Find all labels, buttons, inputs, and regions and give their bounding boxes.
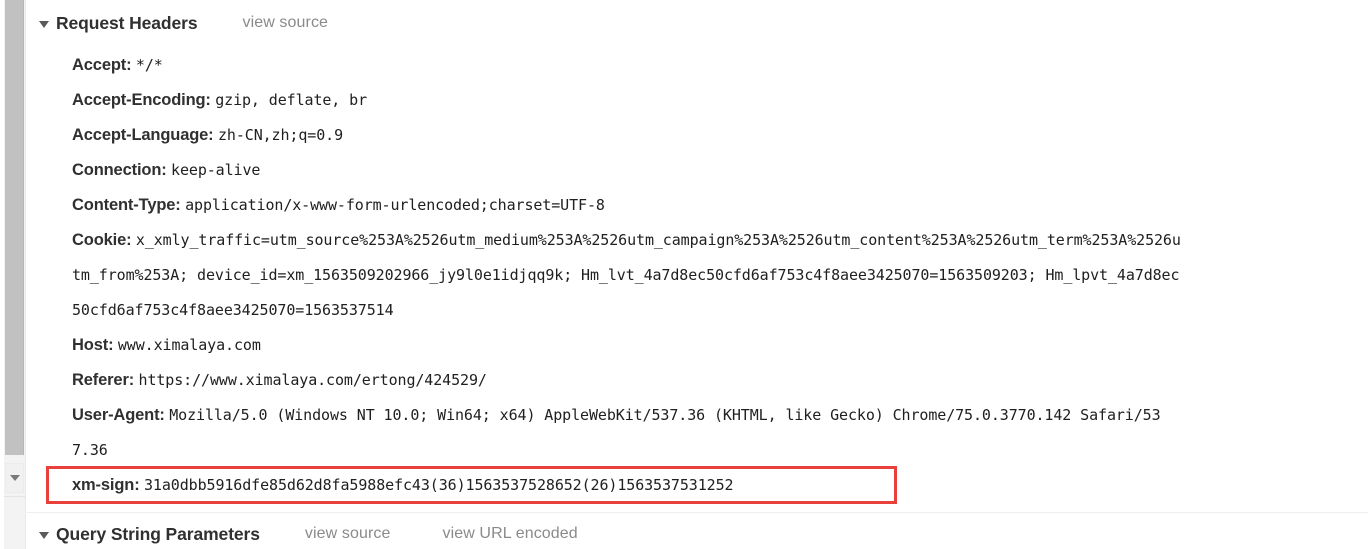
view-source-link-request-headers[interactable]: view source	[242, 14, 328, 32]
header-name: Accept:	[72, 56, 136, 74]
header-name: Cookie:	[72, 231, 136, 249]
header-name: Connection:	[72, 161, 172, 179]
header-value[interactable]: application/x-www-form-urlencoded;charse…	[185, 196, 605, 214]
request-headers-list: Accept: */* Accept-Encoding: gzip, defla…	[27, 48, 1368, 504]
header-value[interactable]: www.ximalaya.com	[118, 336, 261, 354]
section-header-request-headers[interactable]: Request Headers view source	[27, 10, 328, 36]
header-name: Accept-Language:	[72, 126, 218, 144]
view-url-encoded-link[interactable]: view URL encoded	[442, 525, 577, 543]
devtools-headers-panel: Request Headers view source Accept: */* …	[0, 0, 1368, 549]
scrollbar-divider	[4, 496, 25, 497]
header-value[interactable]: keep-alive	[171, 161, 260, 179]
view-source-link-query-params[interactable]: view source	[305, 525, 391, 543]
header-name: User-Agent:	[72, 406, 170, 424]
header-row[interactable]: Accept-Language: zh-CN,zh;q=0.9	[27, 118, 1368, 153]
header-row[interactable]: Connection: keep-alive	[27, 153, 1368, 188]
header-row[interactable]: Accept: */*	[27, 48, 1368, 83]
vertical-scroll-thumb[interactable]	[5, 0, 24, 455]
headers-content: Request Headers view source Accept: */* …	[27, 0, 1368, 549]
header-row[interactable]: Content-Type: application/x-www-form-url…	[27, 188, 1368, 223]
header-row[interactable]: User-Agent: Mozilla/5.0 (Windows NT 10.0…	[27, 398, 1368, 433]
header-row-continuation[interactable]: 7.36	[27, 433, 1368, 468]
header-row[interactable]: Referer: https://www.ximalaya.com/ertong…	[27, 363, 1368, 398]
header-value[interactable]: zh-CN,zh;q=0.9	[218, 126, 343, 144]
section-title-request-headers: Request Headers	[56, 12, 198, 33]
chevron-down-icon[interactable]	[39, 531, 49, 539]
section-divider	[27, 512, 1368, 513]
header-value[interactable]: gzip, deflate, br	[215, 91, 367, 109]
header-row[interactable]: Host: www.ximalaya.com	[27, 328, 1368, 363]
header-value[interactable]: https://www.ximalaya.com/ertong/424529/	[139, 371, 487, 389]
header-name: xm-sign:	[72, 476, 144, 494]
header-name: Referer:	[72, 371, 139, 389]
header-row-continuation[interactable]: 50cfd6af753c4f8aee3425070=1563537514	[27, 293, 1368, 328]
header-name: Accept-Encoding:	[72, 91, 216, 109]
header-row[interactable]: Cookie: x_xmly_traffic=utm_source%253A%2…	[27, 223, 1368, 258]
header-value[interactable]: x_xmly_traffic=utm_source%253A%2526utm_m…	[136, 231, 1181, 249]
header-row-xm-sign[interactable]: xm-sign: 31a0dbb5916dfe85d62d8fa5988efc4…	[27, 466, 1368, 504]
header-value[interactable]: Mozilla/5.0 (Windows NT 10.0; Win64; x64…	[169, 406, 1160, 424]
chevron-down-icon[interactable]	[39, 20, 49, 28]
header-row-continuation[interactable]: tm_from%253A; device_id=xm_1563509202966…	[27, 258, 1368, 293]
header-value-continuation[interactable]: 50cfd6af753c4f8aee3425070=1563537514	[72, 301, 394, 319]
header-name: Content-Type:	[72, 196, 186, 214]
section-header-query-string-parameters[interactable]: Query String Parameters view source view…	[27, 521, 578, 547]
section-title-query-string-parameters: Query String Parameters	[56, 523, 260, 544]
vertical-scrollbar[interactable]	[0, 0, 26, 549]
header-name: Host:	[72, 336, 118, 354]
header-value-continuation[interactable]: tm_from%253A; device_id=xm_1563509202966…	[72, 266, 1180, 284]
scroll-down-arrow-icon[interactable]	[5, 463, 24, 493]
header-value[interactable]: */*	[136, 56, 163, 74]
header-value[interactable]: 31a0dbb5916dfe85d62d8fa5988efc43(36)1563…	[144, 476, 734, 494]
header-value-continuation[interactable]: 7.36	[72, 441, 108, 459]
header-row[interactable]: Accept-Encoding: gzip, deflate, br	[27, 83, 1368, 118]
